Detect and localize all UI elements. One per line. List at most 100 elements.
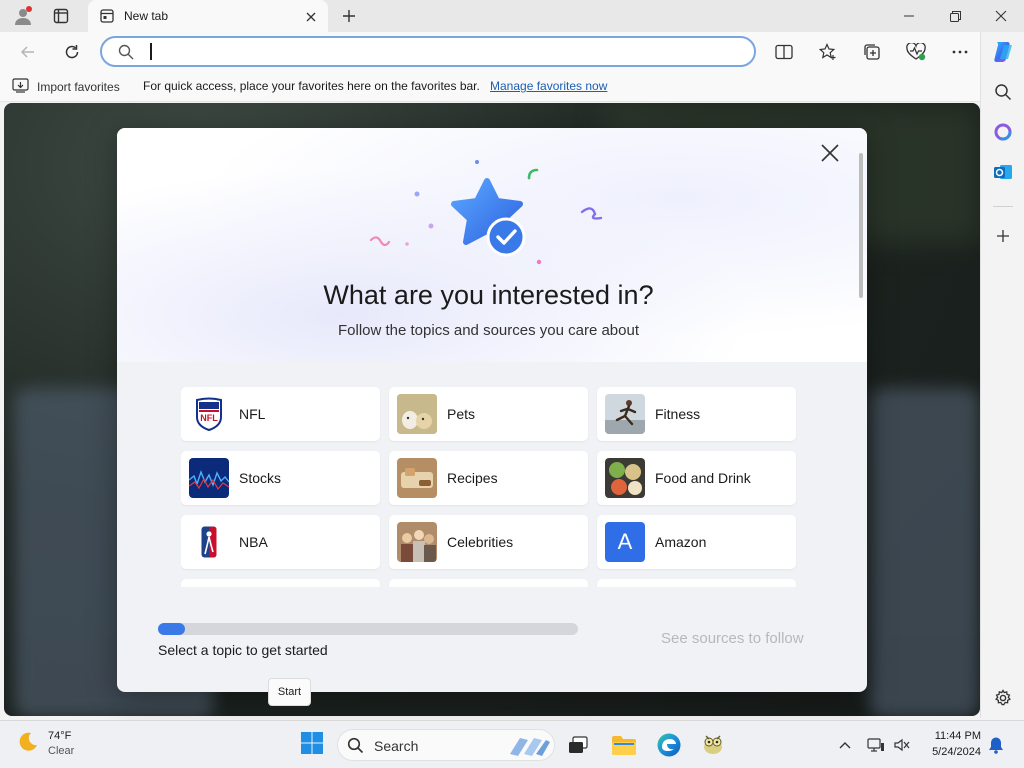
dialog-scrollbar[interactable]: [859, 153, 863, 298]
taskbar-search-label: Search: [374, 738, 419, 754]
topic-card-fitness[interactable]: Fitness: [597, 387, 796, 441]
topic-label: NFL: [239, 406, 266, 422]
edge-sidebar: [980, 32, 1024, 718]
clock-time: 11:44 PM: [934, 730, 981, 742]
system-clock[interactable]: 11:44 PM 5/24/2024: [920, 728, 981, 760]
browser-essentials-icon[interactable]: [902, 38, 930, 66]
taskbar-search-icon: [347, 737, 364, 759]
weather-widget[interactable]: 74°F Clear: [16, 729, 74, 759]
network-icon[interactable]: [866, 735, 886, 755]
add-sidebar-app-icon[interactable]: [991, 224, 1015, 248]
microsoft-365-icon[interactable]: [991, 120, 1015, 144]
topic-card-food-and-drink[interactable]: Food and Drink: [597, 451, 796, 505]
taskbar-search[interactable]: Search: [337, 729, 555, 761]
dialog-close-icon[interactable]: [819, 142, 841, 164]
star-check-illustration: [369, 160, 603, 265]
tab-actions-icon[interactable]: [50, 5, 72, 27]
dialog-subtitle: Follow the topics and sources you care a…: [337, 322, 639, 339]
search-icon: [118, 44, 134, 65]
start-button[interactable]: [296, 729, 328, 761]
topic-card-recipes[interactable]: Recipes: [389, 451, 588, 505]
show-hidden-icons-chevron-icon[interactable]: [835, 735, 855, 755]
nfl-logo-icon: NFL: [189, 394, 229, 434]
address-input[interactable]: [146, 42, 736, 62]
topic-card-partial[interactable]: [389, 579, 588, 587]
topic-label: Fitness: [655, 406, 701, 422]
notifications-bell-icon[interactable]: [986, 735, 1006, 755]
split-screen-icon[interactable]: [770, 38, 798, 66]
address-bar[interactable]: [100, 36, 756, 67]
food-thumbnail-icon: [605, 458, 645, 498]
tab-new-tab[interactable]: New tab: [88, 0, 328, 33]
import-favorites-button[interactable]: Import favorites: [12, 78, 120, 96]
volume-muted-icon[interactable]: [892, 735, 912, 755]
weather-temperature: 74°F: [48, 730, 72, 742]
tab-title: New tab: [124, 9, 169, 23]
progress-fill: [158, 623, 186, 635]
stocks-thumbnail-icon: [189, 458, 229, 498]
new-tab-button[interactable]: [338, 5, 360, 27]
tab-close-icon[interactable]: [302, 8, 320, 26]
nba-logo-icon: [189, 522, 229, 562]
profile-icon[interactable]: [12, 5, 34, 27]
weather-condition: Clear: [48, 745, 75, 757]
interests-dialog: What are you interested in? Follow the t…: [117, 128, 867, 692]
topic-card-partial[interactable]: [181, 579, 380, 587]
topic-card-amazon[interactable]: A Amazon: [597, 515, 796, 569]
topic-label: NBA: [239, 534, 268, 550]
settings-and-more-icon[interactable]: [946, 38, 974, 66]
close-window-button[interactable]: [978, 0, 1024, 32]
topic-grid: NFL NFL Pets Fitness Stocks Recipes Food…: [181, 387, 797, 587]
amazon-letter: A: [617, 529, 633, 554]
see-sources-button[interactable]: See sources to follow: [661, 630, 804, 647]
topic-label: Celebrities: [447, 534, 514, 550]
topic-label: Recipes: [447, 470, 498, 486]
favorites-bar-hint: For quick access, place your favorites h…: [143, 79, 480, 93]
back-button[interactable]: [14, 38, 42, 66]
topic-progress-bar: [158, 623, 578, 635]
task-view-icon[interactable]: [562, 729, 594, 761]
app-taskbar-icon[interactable]: [697, 729, 729, 761]
file-explorer-icon[interactable]: [608, 729, 640, 761]
topic-card-partial[interactable]: [597, 579, 796, 587]
edge-taskbar-icon[interactable]: [653, 729, 685, 761]
topic-card-celebrities[interactable]: Celebrities: [389, 515, 588, 569]
amazon-letter-icon: A: [605, 522, 645, 562]
restore-button[interactable]: [932, 0, 978, 32]
background-blur-shape: [869, 388, 979, 716]
svg-text:NFL: NFL: [200, 413, 218, 423]
manage-favorites-link[interactable]: Manage favorites now: [490, 79, 607, 93]
toolbar: [0, 32, 980, 72]
topic-label: Amazon: [655, 534, 707, 550]
dialog-title: What are you interested in?: [323, 280, 654, 310]
celebrities-thumbnail-icon: [397, 522, 437, 562]
collections-icon[interactable]: [858, 38, 886, 66]
import-favorites-label: Import favorites: [37, 80, 120, 94]
topic-label: Food and Drink: [655, 470, 751, 486]
title-bar: New tab: [0, 0, 1024, 33]
minimize-button[interactable]: [886, 0, 932, 32]
sidebar-search-icon[interactable]: [991, 80, 1015, 104]
search-highlight-art-icon: [510, 738, 550, 756]
outlook-icon[interactable]: [991, 160, 1015, 184]
pets-thumbnail-icon: [397, 394, 437, 434]
topic-card-stocks[interactable]: Stocks: [181, 451, 380, 505]
topic-label: Pets: [447, 406, 476, 422]
sidebar-settings-gear-icon[interactable]: [991, 686, 1015, 710]
recipes-thumbnail-icon: [397, 458, 437, 498]
start-tooltip: Start: [268, 678, 311, 706]
copilot-icon[interactable]: [989, 38, 1017, 66]
clock-date: 5/24/2024: [932, 746, 981, 758]
moon-icon: [16, 730, 40, 759]
topic-card-pets[interactable]: Pets: [389, 387, 588, 441]
import-icon: [12, 78, 29, 96]
progress-label: Select a topic to get started: [158, 642, 328, 658]
windows-logo-icon: [300, 731, 324, 760]
refresh-button[interactable]: [58, 38, 86, 66]
taskbar: 74°F Clear Search 11:44 PM 5/24/2024: [0, 720, 1024, 768]
sidebar-divider: [993, 206, 1013, 207]
text-caret: [150, 43, 152, 60]
favorites-icon[interactable]: [814, 38, 842, 66]
topic-card-nfl[interactable]: NFL NFL: [181, 387, 380, 441]
topic-card-nba[interactable]: NBA: [181, 515, 380, 569]
